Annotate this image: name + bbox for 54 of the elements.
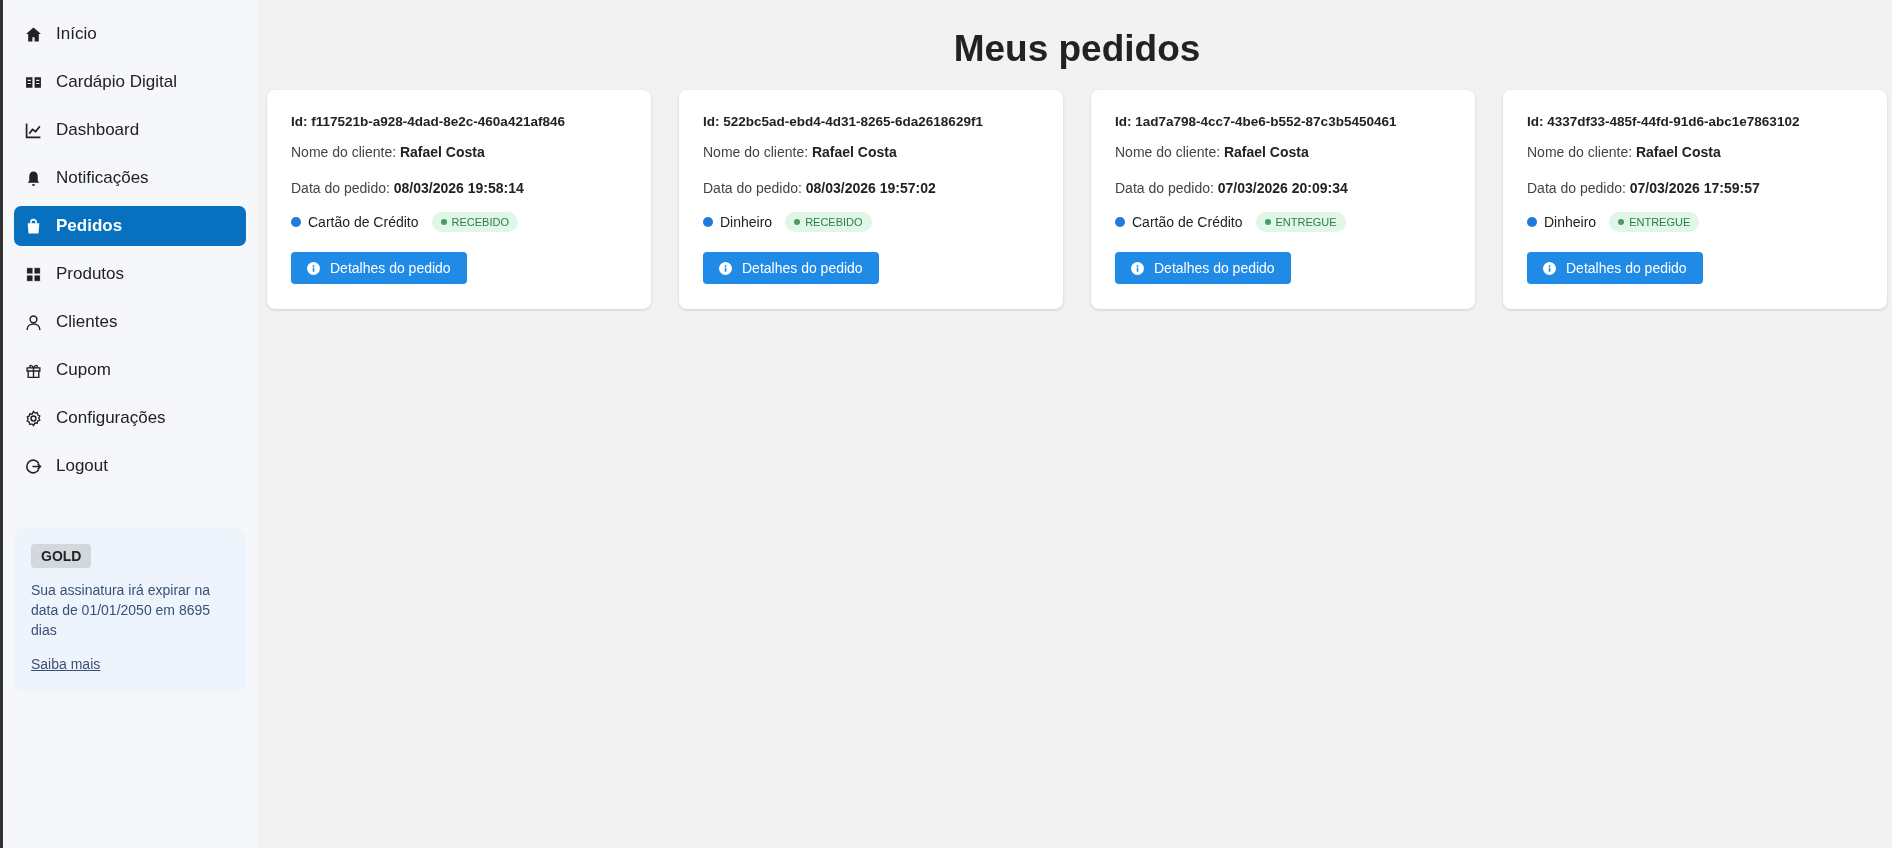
- gear-icon: [25, 409, 42, 427]
- plan-badge: GOLD: [31, 544, 92, 568]
- bell-icon: [25, 169, 42, 187]
- client-name: Nome do cliente: Rafael Costa: [703, 144, 897, 160]
- sidebar-item[interactable]: Notificações: [14, 158, 246, 198]
- order-id: Id: 4337df33-485f-44fd-91d6-abc1e7863102: [1527, 114, 1800, 129]
- sidebar-item[interactable]: Início: [14, 14, 246, 54]
- sidebar-item[interactable]: Configurações: [14, 398, 246, 438]
- sidebar-item[interactable]: Cupom: [14, 350, 246, 390]
- client-name: Nome do cliente: Rafael Costa: [291, 144, 485, 160]
- order-date: Data do pedido: 07/03/2026 17:59:57: [1527, 180, 1760, 196]
- order-details-button[interactable]: Detalhes do pedido: [291, 252, 467, 284]
- sidebar-item[interactable]: Dashboard: [14, 110, 246, 150]
- logout-icon: [25, 457, 42, 475]
- status-badge: ENTREGUE: [1255, 212, 1346, 232]
- order-details-button[interactable]: Detalhes do pedido: [1527, 252, 1703, 284]
- payment-method: Dinheiro: [720, 214, 773, 230]
- sidebar-item[interactable]: Clientes: [14, 302, 246, 342]
- client-name: Nome do cliente: Rafael Costa: [1115, 144, 1309, 160]
- status-badge: RECEBIDO: [785, 212, 872, 232]
- home-icon: [25, 25, 42, 43]
- sidebar-item[interactable]: Pedidos: [14, 206, 246, 246]
- payment-method: Cartão de Crédito: [308, 214, 419, 230]
- payment-dot: [703, 217, 713, 227]
- order-date: Data do pedido: 07/03/2026 20:09:34: [1115, 180, 1348, 196]
- chart-icon: [25, 121, 42, 139]
- user-icon: [25, 313, 42, 331]
- info-icon: [1131, 261, 1144, 275]
- payment-method: Cartão de Crédito: [1132, 214, 1243, 230]
- payment-dot: [1527, 217, 1537, 227]
- learn-more-link[interactable]: Saiba mais: [31, 656, 101, 672]
- order-id: Id: f117521b-a928-4dad-8e2c-460a421af846: [291, 114, 565, 129]
- subscription-text: Sua assinatura irá expirar na data de 01/01/2050 em 8695 dias: [31, 581, 212, 640]
- order-date: Data do pedido: 08/03/2026 19:58:14: [291, 180, 524, 196]
- info-icon: [307, 261, 320, 275]
- order-details-button[interactable]: Detalhes do pedido: [703, 252, 879, 284]
- status-badge: ENTREGUE: [1609, 212, 1700, 232]
- order-id: Id: 522bc5ad-ebd4-4d31-8265-6da2618629f1: [703, 114, 983, 129]
- payment-method: Dinheiro: [1544, 214, 1597, 230]
- sidebar-item[interactable]: Cardápio Digital: [14, 62, 246, 102]
- page-title: Meus pedidos: [952, 27, 1202, 71]
- sidebar-item[interactable]: Logout: [14, 446, 246, 486]
- info-icon: [1543, 261, 1556, 275]
- payment-dot: [291, 217, 301, 227]
- client-name: Nome do cliente: Rafael Costa: [1527, 144, 1721, 160]
- info-icon: [719, 261, 732, 275]
- order-date: Data do pedido: 08/03/2026 19:57:02: [703, 180, 936, 196]
- bag-icon: [25, 217, 42, 235]
- order-details-button[interactable]: Detalhes do pedido: [1115, 252, 1291, 284]
- sidebar-item[interactable]: Produtos: [14, 254, 246, 294]
- status-badge: RECEBIDO: [431, 212, 518, 232]
- payment-dot: [1115, 217, 1125, 227]
- grid-icon: [25, 265, 42, 283]
- order-id: Id: 1ad7a798-4cc7-4be6-b552-87c3b5450461: [1115, 114, 1397, 129]
